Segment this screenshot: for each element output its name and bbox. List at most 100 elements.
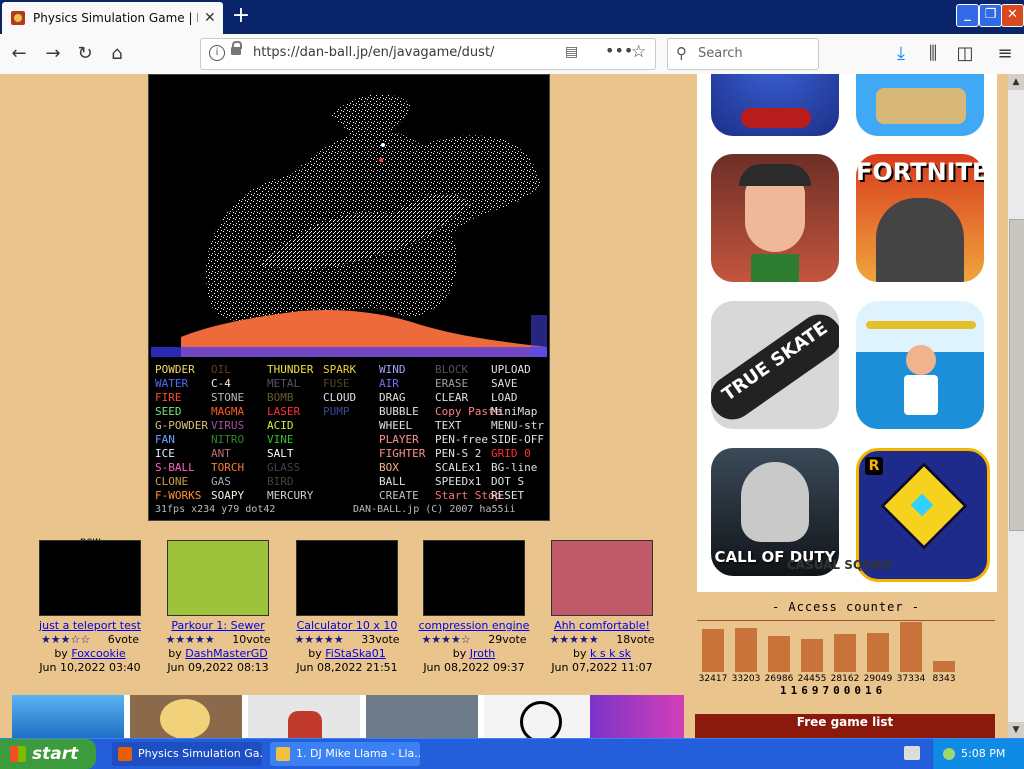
palette-item[interactable]: POWDER [155,363,211,377]
uploaded-game-title[interactable]: Parkour 1: Sewer [158,619,278,632]
palette-item[interactable]: BOMB [267,391,323,405]
palette-item[interactable]: C-4 [211,377,267,391]
uploaded-game-title[interactable]: Calculator 10 x 10 [287,619,407,632]
author-link[interactable]: Jroth [470,647,496,660]
palette-item[interactable]: FAN [155,433,211,447]
palette-item[interactable]: F-WORKS [155,489,211,503]
uploaded-game-title[interactable]: just a teleport test [30,619,150,632]
reader-view-icon[interactable]: ▤ [565,44,578,60]
palette-item[interactable]: BIRD [267,475,323,489]
close-window-button[interactable]: ✕ [1001,4,1024,27]
palette-item[interactable]: LASER [267,405,323,419]
palette-item[interactable]: LOAD [491,391,547,405]
palette-item[interactable]: MENU-str [491,419,547,433]
palette-item[interactable]: PLAYER [379,433,435,447]
palette-item[interactable]: Start Stop [435,489,501,503]
palette-item[interactable]: DRAG [379,391,435,405]
palette-item[interactable]: VIRUS [211,419,267,433]
author-link[interactable]: Foxcookie [71,647,125,660]
palette-item[interactable]: FIRE [155,391,211,405]
page-scrollbar[interactable]: ▲ ▼ [1008,74,1024,738]
info-icon[interactable]: i [209,45,225,61]
palette-item[interactable]: OIL [211,363,267,377]
uploaded-game-title[interactable]: compression engine [414,619,534,632]
palette-item[interactable]: SALT [267,447,323,461]
home-icon[interactable]: ⌂ [104,41,130,67]
maximize-button[interactable]: ❐ [979,4,1002,27]
menu-icon[interactable]: ≡ [992,41,1018,67]
palette-item[interactable]: FIGHTER [379,447,435,461]
banner-game-3[interactable] [248,695,360,738]
palette-item[interactable]: WIND [379,363,435,377]
author-link[interactable]: DashMasterGD [185,647,267,660]
network-icon[interactable] [943,748,955,760]
ad-fortnite-icon[interactable]: FORTNITE [856,154,984,282]
palette-item[interactable]: SOAPY [211,489,267,503]
uploaded-game-thumbnail[interactable] [551,540,653,616]
tab-active[interactable]: Physics Simulation Game | Powder ✕ [2,2,223,34]
uploaded-game-thumbnail[interactable] [423,540,525,616]
palette-item[interactable]: SPARK [323,363,379,377]
palette-item[interactable]: SIDE-OFF [491,433,547,447]
download-icon[interactable]: ⤓ [888,41,914,67]
search-box[interactable]: ⚲ Search [667,38,819,70]
palette-item[interactable]: DOT S [491,475,547,489]
palette-item[interactable]: UPLOAD [491,363,547,377]
uploaded-game-thumbnail[interactable] [39,540,141,616]
scroll-up-icon[interactable]: ▲ [1008,74,1024,90]
sidebar-icon[interactable]: ◫ [952,41,978,67]
palette-item[interactable]: PEN-S 2 [435,447,491,461]
palette-item[interactable]: ACID [267,419,323,433]
taskbar-item-winamp[interactable]: 1. DJ Mike Llama - Lla... [270,742,420,766]
palette-item[interactable]: BALL [379,475,435,489]
palette-item[interactable]: WHEEL [379,419,435,433]
tab-close-icon[interactable]: ✕ [204,10,216,26]
ad-call-of-duty-icon[interactable]: CALL OF DUTY [711,448,839,576]
library-icon[interactable]: ⫼ [920,41,946,67]
palette-item[interactable]: CLEAR [435,391,491,405]
palette-item[interactable]: MAGMA [211,405,267,419]
palette-item[interactable]: CLOUD [323,391,379,405]
palette-item[interactable]: PUMP [323,405,379,419]
palette-item[interactable]: FUSE [323,377,379,391]
reload-icon[interactable]: ↻ [72,41,98,67]
banner-game-2[interactable] [130,695,242,738]
back-arrow-icon[interactable]: ← [6,41,32,67]
banner-game-1[interactable] [12,695,124,738]
simulation-area[interactable] [151,75,547,357]
palette-item[interactable]: SEED [155,405,211,419]
ad-true-skate-icon[interactable]: TRUE SKATE [711,301,839,429]
minimize-button[interactable]: _ [956,4,979,27]
palette-item[interactable]: GRID 0 [491,447,547,461]
palette-item[interactable]: PEN-free [435,433,491,447]
new-tab-button[interactable]: + [230,5,252,27]
keyboard-icon[interactable] [904,746,920,760]
palette-item[interactable]: MERCURY [267,489,323,503]
palette-item[interactable]: WATER [155,377,211,391]
palette-item[interactable]: THUNDER [267,363,323,377]
palette-item[interactable]: BOX [379,461,435,475]
palette-item[interactable]: VINE [267,433,323,447]
palette-item[interactable]: RESET [491,489,547,503]
forward-arrow-icon[interactable]: → [40,41,66,67]
palette-item[interactable]: BG-line [491,461,547,475]
ad-pull-pin-icon[interactable] [856,301,984,429]
taskbar-item-firefox[interactable]: Physics Simulation Ga... [112,742,262,766]
palette-item[interactable]: SCALEx1 [435,461,491,475]
palette-item[interactable]: G-POWDER [155,419,211,433]
scrollbar-thumb[interactable] [1009,219,1024,531]
author-link[interactable]: FiStaSka01 [325,647,386,660]
palette-item[interactable]: ICE [155,447,211,461]
palette-item[interactable]: AIR [379,377,435,391]
palette-item[interactable]: BLOCK [435,363,491,377]
ad-pixel-game-icon[interactable] [856,74,984,136]
banner-game-4[interactable] [366,695,478,738]
palette-item[interactable]: CLONE [155,475,211,489]
banner-game-5[interactable] [484,695,596,738]
palette-item[interactable]: METAL [267,377,323,391]
address-bar[interactable]: i https://dan-ball.jp/en/javagame/dust/ … [200,38,656,70]
palette-item[interactable]: MiniMap [491,405,547,419]
start-button[interactable]: start [0,739,96,769]
url-text[interactable]: https://dan-ball.jp/en/javagame/dust/ [253,45,494,60]
palette-item[interactable]: NITRO [211,433,267,447]
